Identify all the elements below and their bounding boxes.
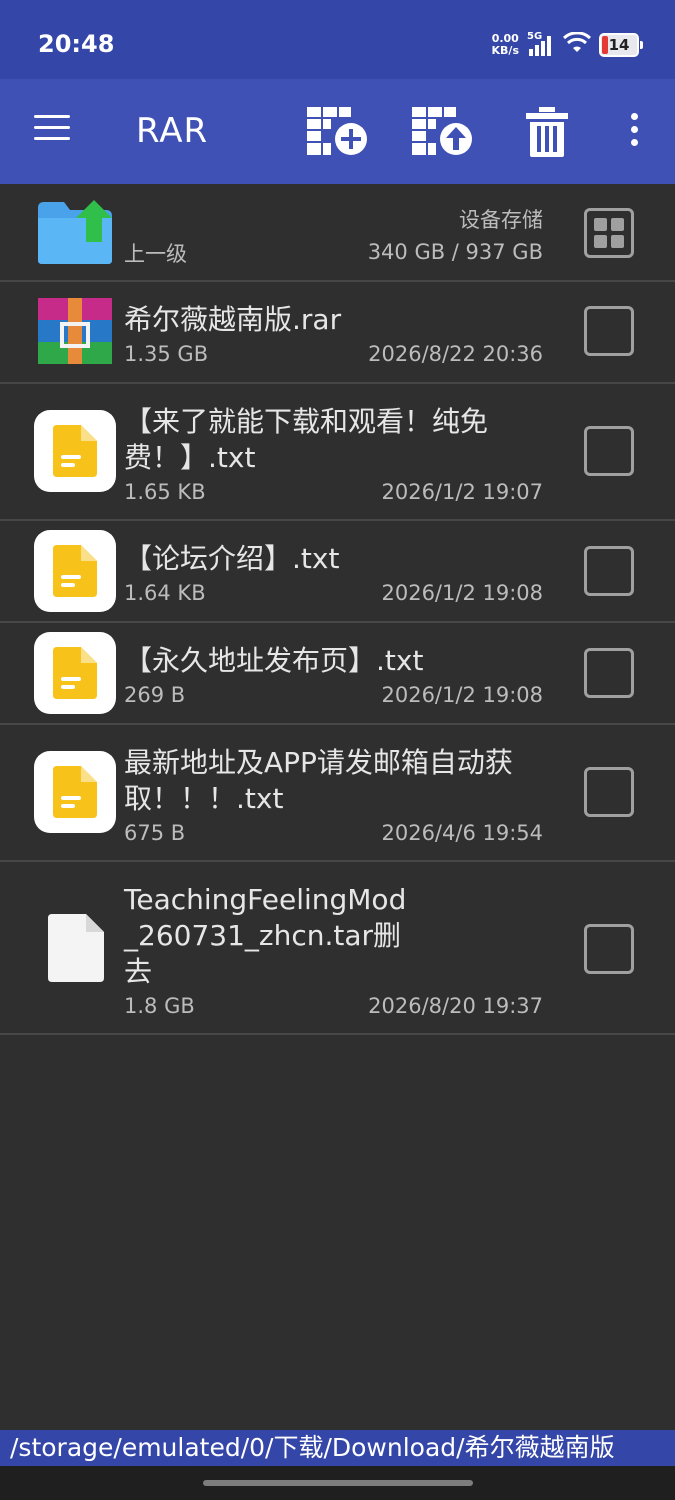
app-toolbar: RAR bbox=[0, 79, 675, 184]
file-size: 269 B bbox=[124, 683, 186, 707]
file-row[interactable]: 【来了就能下载和观看！纯免 费！】.txt 1.65 KB 2026/1/2 1… bbox=[0, 384, 675, 521]
file-row[interactable]: 【论坛介绍】.txt 1.64 KB 2026/1/2 19:08 bbox=[0, 521, 675, 623]
file-size: 1.35 GB bbox=[124, 342, 209, 366]
file-size: 675 B bbox=[124, 821, 186, 845]
menu-icon[interactable] bbox=[34, 115, 70, 145]
text-file-icon bbox=[34, 632, 116, 714]
folder-up-icon bbox=[36, 200, 114, 270]
generic-file-icon bbox=[48, 914, 104, 986]
select-checkbox[interactable] bbox=[584, 306, 634, 356]
file-list: 上一级 设备存储 340 GB / 937 GB 希尔薇越南版.rar 1.35… bbox=[0, 184, 675, 1035]
text-file-icon bbox=[34, 751, 116, 833]
file-row[interactable]: 希尔薇越南版.rar 1.35 GB 2026/8/22 20:36 bbox=[0, 282, 675, 384]
text-file-icon bbox=[34, 530, 116, 612]
app-title: RAR bbox=[136, 111, 209, 151]
select-checkbox[interactable] bbox=[584, 924, 634, 974]
file-date: 2026/8/20 19:37 bbox=[368, 994, 543, 1018]
parent-folder-row[interactable]: 上一级 设备存储 340 GB / 937 GB bbox=[0, 184, 675, 282]
current-path: /storage/emulated/0/下载/Download/希尔薇越南版 bbox=[0, 1430, 675, 1466]
file-date: 2026/8/22 20:36 bbox=[368, 342, 543, 366]
delete-icon[interactable] bbox=[522, 105, 586, 159]
file-date: 2026/4/6 19:54 bbox=[381, 821, 543, 845]
rar-archive-icon bbox=[38, 298, 112, 368]
file-date: 2026/1/2 19:07 bbox=[381, 480, 543, 504]
grid-view-icon[interactable] bbox=[584, 208, 634, 258]
storage-label: 设备存储 bbox=[459, 208, 543, 232]
signal-icon: 5G bbox=[527, 31, 555, 57]
file-date: 2026/1/2 19:08 bbox=[381, 581, 543, 605]
network-speed: 0.00 KB/s bbox=[491, 32, 519, 57]
file-size: 1.64 KB bbox=[124, 581, 206, 605]
status-time: 20:48 bbox=[38, 30, 115, 58]
file-size: 1.65 KB bbox=[124, 480, 206, 504]
file-name: 最新地址及APP请发邮箱自动获 取！！！.txt bbox=[124, 746, 513, 815]
file-row[interactable]: 【永久地址发布页】.txt 269 B 2026/1/2 19:08 bbox=[0, 623, 675, 725]
file-name: 【论坛介绍】.txt bbox=[124, 542, 340, 575]
select-checkbox[interactable] bbox=[584, 546, 634, 596]
storage-usage: 340 GB / 937 GB bbox=[367, 240, 543, 264]
file-name: 【永久地址发布页】.txt bbox=[124, 644, 424, 677]
select-checkbox[interactable] bbox=[584, 767, 634, 817]
status-bar: 20:48 0.00 KB/s 5G 14 bbox=[0, 0, 675, 79]
text-file-icon bbox=[34, 410, 116, 492]
navigation-bar bbox=[0, 1466, 675, 1500]
file-name: TeachingFeelingMod _260731_zhcn.tar删 去 bbox=[124, 883, 407, 988]
file-row[interactable]: TeachingFeelingMod _260731_zhcn.tar删 去 1… bbox=[0, 862, 675, 1035]
extract-icon[interactable] bbox=[410, 105, 474, 159]
select-checkbox[interactable] bbox=[584, 648, 634, 698]
file-name: 【来了就能下载和观看！纯免 费！】.txt bbox=[124, 405, 489, 474]
more-vert-icon[interactable] bbox=[622, 113, 646, 153]
file-date: 2026/1/2 19:08 bbox=[381, 683, 543, 707]
file-size: 1.8 GB bbox=[124, 994, 195, 1018]
battery-icon: 14 bbox=[599, 33, 643, 57]
file-name: 希尔薇越南版.rar bbox=[124, 303, 342, 336]
wifi-icon bbox=[562, 31, 592, 58]
home-gesture-handle[interactable] bbox=[203, 1480, 473, 1486]
add-to-archive-icon[interactable] bbox=[305, 105, 369, 159]
file-row[interactable]: 最新地址及APP请发邮箱自动获 取！！！.txt 675 B 2026/4/6 … bbox=[0, 725, 675, 862]
select-checkbox[interactable] bbox=[584, 426, 634, 476]
status-icons: 0.00 KB/s 5G 14 bbox=[491, 30, 643, 60]
